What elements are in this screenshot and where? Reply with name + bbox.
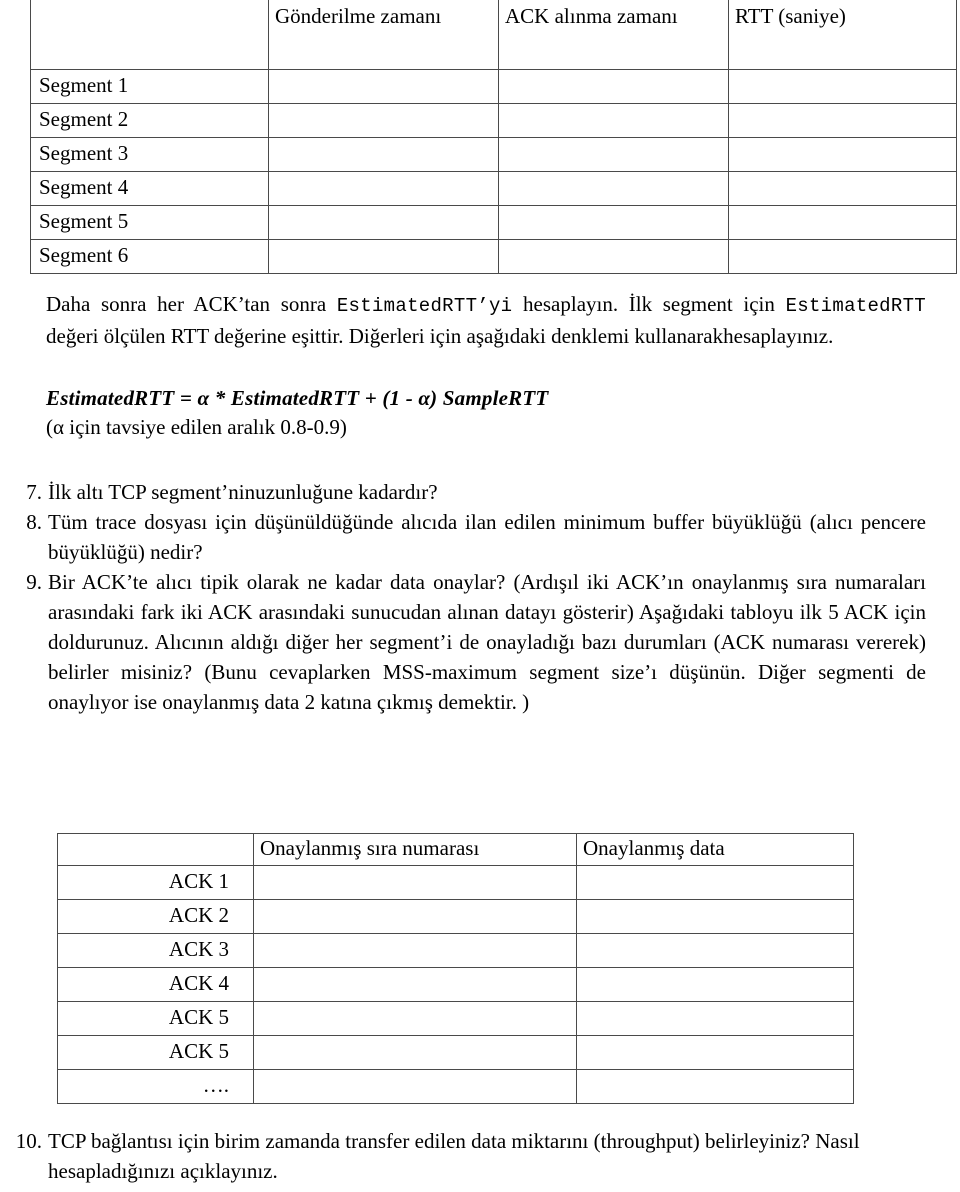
segment-table-header-ack-time: ACK alınma zamanı bbox=[498, 0, 729, 70]
ack-cell-data[interactable] bbox=[576, 967, 854, 1002]
estimatedrtt-equation: EstimatedRTT = α * EstimatedRTT + (1 - α… bbox=[46, 386, 549, 410]
question-text: Bir ACK’te alıcı tipik olarak ne kadar d… bbox=[48, 570, 926, 714]
segment-row-label: Segment 3 bbox=[30, 137, 269, 172]
ack-table-header-blank bbox=[57, 833, 254, 866]
paragraph-part-2: hesaplayın. İlk segment için bbox=[512, 292, 786, 316]
ack-table-header-data: Onaylanmış data bbox=[576, 833, 854, 866]
question-item-10: 10. TCP bağlantısı için birim zamanda tr… bbox=[8, 1126, 926, 1186]
segment-rtt-table: Gönderilme zamanı ACK alınma zamanı RTT … bbox=[30, 0, 957, 274]
segment-cell-rtt[interactable] bbox=[728, 171, 957, 206]
table-row: Segment 3 bbox=[30, 137, 957, 172]
question-number: 9. bbox=[26, 570, 42, 594]
ack-cell-seq[interactable] bbox=[253, 1069, 577, 1104]
segment-row-label: Segment 1 bbox=[30, 69, 269, 104]
question-item-8: 8. Tüm trace dosyası için düşünüldüğünde… bbox=[8, 507, 926, 567]
alpha-range-note: (α için tavsiye edilen aralık 0.8-0.9) bbox=[46, 415, 347, 439]
table-row: ACK 2 bbox=[57, 899, 854, 934]
segment-cell-ack[interactable] bbox=[498, 103, 729, 138]
ack-table: Onaylanmış sıra numarası Onaylanmış data… bbox=[57, 833, 854, 1104]
ack-cell-seq[interactable] bbox=[253, 967, 577, 1002]
question-number: 7. bbox=[26, 480, 42, 504]
ack-row-label: ACK 2 bbox=[57, 899, 254, 934]
table-row: Segment 1 bbox=[30, 69, 957, 104]
estimatedrtt-paragraph: Daha sonra her ACK’tan sonra EstimatedRT… bbox=[46, 289, 926, 351]
table-header-row: Onaylanmış sıra numarası Onaylanmış data bbox=[57, 833, 854, 866]
segment-row-label: Segment 2 bbox=[30, 103, 269, 138]
ack-cell-seq[interactable] bbox=[253, 865, 577, 900]
segment-cell-rtt[interactable] bbox=[728, 137, 957, 172]
table-row: Segment 4 bbox=[30, 171, 957, 206]
question-list-top: 7. İlk altı TCP segment’ninuzunluğune ka… bbox=[8, 477, 926, 717]
ack-row-label: ACK 5 bbox=[57, 1001, 254, 1036]
segment-cell-rtt[interactable] bbox=[728, 205, 957, 240]
ack-table-header-seq: Onaylanmış sıra numarası bbox=[253, 833, 577, 866]
segment-cell-sent[interactable] bbox=[268, 239, 499, 274]
segment-table-header-blank bbox=[30, 0, 269, 70]
segment-cell-sent[interactable] bbox=[268, 69, 499, 104]
table-header-row: Gönderilme zamanı ACK alınma zamanı RTT … bbox=[30, 0, 957, 70]
ack-row-label: ACK 4 bbox=[57, 967, 254, 1002]
paragraph-part-3: değeri ölçülen RTT değerine eşittir. Diğ… bbox=[46, 324, 834, 348]
table-row: ACK 3 bbox=[57, 933, 854, 968]
segment-cell-rtt[interactable] bbox=[728, 239, 957, 274]
ack-row-label: ACK 3 bbox=[57, 933, 254, 968]
ack-cell-data[interactable] bbox=[576, 865, 854, 900]
segment-cell-sent[interactable] bbox=[268, 103, 499, 138]
segment-cell-rtt[interactable] bbox=[728, 103, 957, 138]
segment-row-label: Segment 6 bbox=[30, 239, 269, 274]
table-row: ACK 4 bbox=[57, 967, 854, 1002]
question-number: 10. bbox=[15, 1129, 42, 1153]
table-row: ACK 5 bbox=[57, 1001, 854, 1036]
question-text: TCP bağlantısı için birim zamanda transf… bbox=[48, 1129, 860, 1183]
ack-cell-data[interactable] bbox=[576, 1001, 854, 1036]
question-text: Tüm trace dosyası için düşünüldüğünde al… bbox=[48, 510, 926, 564]
table-row: Segment 6 bbox=[30, 239, 957, 274]
ack-cell-seq[interactable] bbox=[253, 1035, 577, 1070]
segment-cell-sent[interactable] bbox=[268, 171, 499, 206]
segment-table-header-rtt: RTT (saniye) bbox=[728, 0, 957, 70]
ack-cell-data[interactable] bbox=[576, 899, 854, 934]
question-text: İlk altı TCP segment’ninuzunluğune kadar… bbox=[48, 480, 438, 504]
table-row: …. bbox=[57, 1069, 854, 1104]
segment-cell-sent[interactable] bbox=[268, 137, 499, 172]
segment-row-label: Segment 5 bbox=[30, 205, 269, 240]
ack-cell-seq[interactable] bbox=[253, 1001, 577, 1036]
ack-row-label: ACK 5 bbox=[57, 1035, 254, 1070]
segment-cell-ack[interactable] bbox=[498, 69, 729, 104]
segment-cell-ack[interactable] bbox=[498, 239, 729, 274]
segment-cell-rtt[interactable] bbox=[728, 69, 957, 104]
estimatedrtt-yi-code: EstimatedRTT’yi bbox=[336, 295, 513, 317]
segment-cell-ack[interactable] bbox=[498, 205, 729, 240]
ack-cell-seq[interactable] bbox=[253, 899, 577, 934]
question-number: 8. bbox=[26, 510, 42, 534]
segment-cell-sent[interactable] bbox=[268, 205, 499, 240]
ack-row-label: …. bbox=[57, 1069, 254, 1104]
question-list-bottom: 10. TCP bağlantısı için birim zamanda tr… bbox=[8, 1126, 926, 1186]
table-row: Segment 5 bbox=[30, 205, 957, 240]
segment-cell-ack[interactable] bbox=[498, 137, 729, 172]
table-row: Segment 2 bbox=[30, 103, 957, 138]
ack-row-label: ACK 1 bbox=[57, 865, 254, 900]
ack-cell-data[interactable] bbox=[576, 1035, 854, 1070]
ack-cell-seq[interactable] bbox=[253, 933, 577, 968]
table-row: ACK 1 bbox=[57, 865, 854, 900]
paragraph-part-1: Daha sonra her ACK’tan sonra bbox=[46, 292, 337, 316]
estimatedrtt-code: EstimatedRTT bbox=[785, 295, 926, 317]
question-item-7: 7. İlk altı TCP segment’ninuzunluğune ka… bbox=[8, 477, 926, 507]
table-row: ACK 5 bbox=[57, 1035, 854, 1070]
segment-table-header-sent-time: Gönderilme zamanı bbox=[268, 0, 499, 70]
ack-cell-data[interactable] bbox=[576, 933, 854, 968]
segment-cell-ack[interactable] bbox=[498, 171, 729, 206]
ack-cell-data[interactable] bbox=[576, 1069, 854, 1104]
question-item-9: 9. Bir ACK’te alıcı tipik olarak ne kada… bbox=[8, 567, 926, 717]
segment-row-label: Segment 4 bbox=[30, 171, 269, 206]
